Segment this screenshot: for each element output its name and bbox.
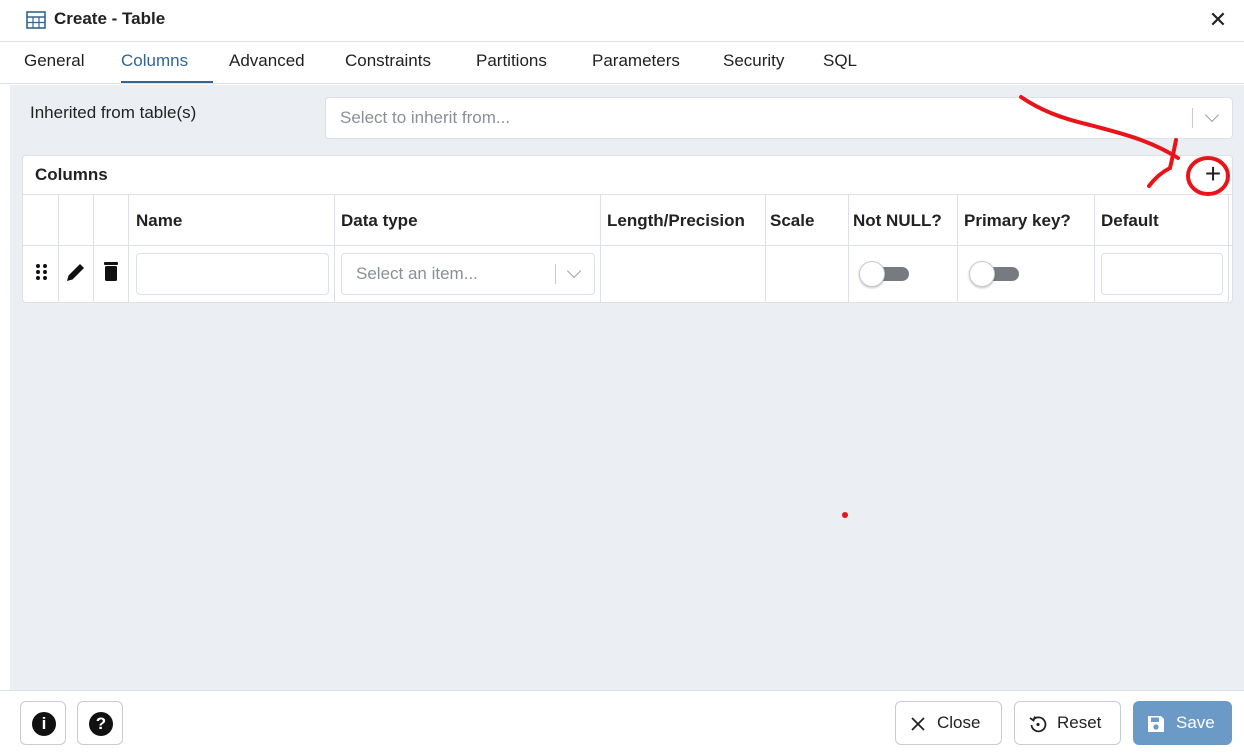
tab-columns[interactable]: Columns — [121, 51, 213, 83]
inherit-placeholder: Select to inherit from... — [340, 108, 511, 127]
inherit-label: Inherited from table(s) — [30, 103, 197, 122]
header-scale: Scale — [770, 211, 815, 230]
tab-bar: General Columns Advanced Constraints Par… — [0, 42, 1244, 84]
close-icon — [911, 717, 925, 731]
tab-partitions[interactable]: Partitions — [476, 51, 547, 83]
reset-button-label: Reset — [1057, 713, 1102, 732]
data-type-select[interactable]: Select an item... — [341, 253, 595, 295]
header-not-null: Not NULL? — [853, 211, 942, 230]
tab-general[interactable]: General — [24, 51, 84, 83]
header-primary-key: Primary key? — [964, 211, 1071, 230]
grid-header-row: Name Data type Length/Precision Scale No… — [23, 194, 1232, 246]
header-length-precision: Length/Precision — [607, 211, 745, 230]
columns-grid: Columns + Name Data type Length/Precisio… — [22, 155, 1233, 303]
columns-grid-title: Columns — [35, 165, 108, 184]
info-icon: i — [32, 712, 56, 736]
chevron-down-icon[interactable] — [1204, 107, 1220, 123]
save-button[interactable]: Save — [1133, 701, 1232, 745]
tab-security[interactable]: Security — [723, 51, 784, 83]
inherit-select[interactable]: Select to inherit from... — [325, 97, 1233, 139]
dialog-title: Create - Table — [54, 9, 166, 28]
add-row-button[interactable]: + — [1199, 160, 1227, 189]
tab-advanced[interactable]: Advanced — [229, 51, 305, 83]
save-icon — [1148, 716, 1164, 732]
primary-key-toggle[interactable] — [969, 261, 1023, 287]
toggle-knob — [859, 261, 885, 287]
trash-icon[interactable] — [98, 259, 124, 285]
toggle-knob — [969, 261, 995, 287]
tab-parameters[interactable]: Parameters — [592, 51, 680, 83]
close-icon[interactable]: ✕ — [1206, 8, 1230, 32]
reset-button[interactable]: Reset — [1014, 701, 1121, 745]
header-data-type: Data type — [341, 211, 418, 230]
header-name: Name — [136, 211, 183, 230]
reset-icon — [1029, 716, 1047, 733]
help-button[interactable]: ? — [77, 701, 123, 745]
data-type-placeholder: Select an item... — [356, 264, 478, 283]
help-icon: ? — [89, 712, 113, 736]
drag-handle-icon[interactable] — [29, 259, 55, 285]
header-default: Default — [1101, 211, 1159, 230]
close-button-label: Close — [937, 713, 981, 732]
table-row: Select an item... — [23, 246, 1232, 302]
dialog-titlebar: Create - Table ✕ — [0, 0, 1244, 42]
dialog-footer: i ? Close Reset Save — [0, 690, 1244, 755]
select-separator — [555, 264, 556, 284]
pencil-icon[interactable] — [63, 259, 89, 285]
select-separator — [1192, 108, 1193, 128]
table-icon — [26, 11, 46, 29]
not-null-toggle[interactable] — [859, 261, 913, 287]
chevron-down-icon[interactable] — [566, 263, 582, 279]
close-button[interactable]: Close — [895, 701, 1002, 745]
default-value-input[interactable] — [1101, 253, 1223, 295]
info-button[interactable]: i — [20, 701, 66, 745]
tab-constraints[interactable]: Constraints — [345, 51, 431, 83]
column-name-input[interactable] — [136, 253, 329, 295]
save-button-label: Save — [1176, 713, 1215, 732]
tab-sql[interactable]: SQL — [823, 51, 857, 83]
